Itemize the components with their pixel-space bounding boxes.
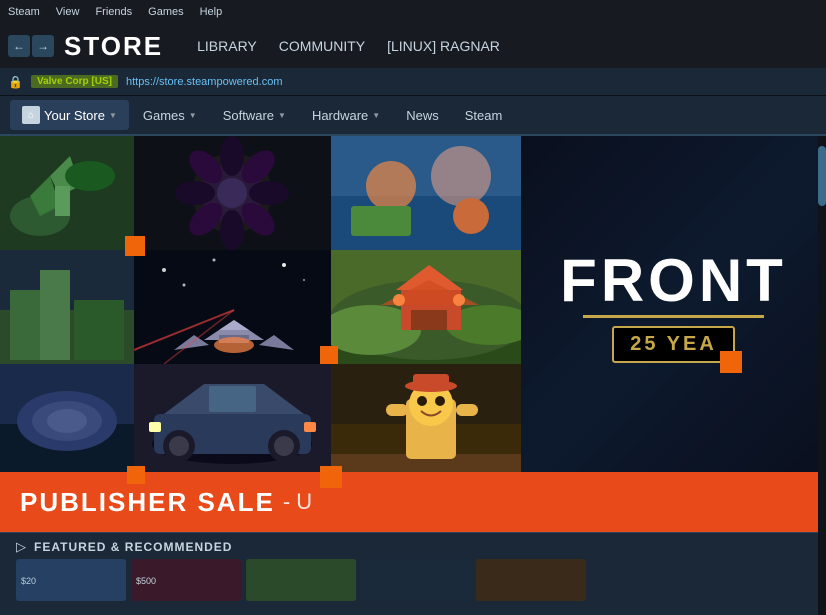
hardware-chevron: ▼ bbox=[372, 111, 380, 120]
tile-11[interactable] bbox=[0, 364, 134, 478]
featured-banner[interactable]: FRONT 25 YEA bbox=[521, 136, 826, 478]
url-text[interactable]: https://store.steampowered.com bbox=[126, 76, 283, 88]
menu-games[interactable]: Games bbox=[148, 6, 183, 18]
address-bar: 🔒 Valve Corp [US] https://store.steampow… bbox=[0, 68, 826, 96]
publisher-sale-banner[interactable]: PUBLISHER SALE - U bbox=[0, 472, 826, 532]
menu-view[interactable]: View bbox=[56, 6, 80, 18]
nav-your-store[interactable]: ⌂ Your Store ▼ bbox=[10, 100, 129, 130]
nav-news[interactable]: News bbox=[394, 102, 451, 129]
main-content: FRONT 25 YEA PUBLISHER SALE - U ▷ FEATUR… bbox=[0, 136, 826, 615]
years-text: 25 YEA bbox=[630, 333, 717, 355]
featured-icon: ▷ bbox=[16, 539, 26, 555]
steam-label: Steam bbox=[465, 108, 503, 123]
featured-card-4[interactable] bbox=[361, 559, 471, 601]
featured-title: FEATURED & RECOMMENDED bbox=[34, 540, 232, 554]
tile-2[interactable] bbox=[134, 136, 331, 250]
nav-links: LIBRARY COMMUNITY [LINUX] RAGNAR bbox=[187, 34, 510, 58]
svg-text:$500: $500 bbox=[136, 576, 156, 586]
tile-13[interactable] bbox=[331, 364, 528, 478]
orange-accent-1 bbox=[125, 236, 145, 256]
lock-icon: 🔒 bbox=[8, 75, 23, 89]
frontier-logo-area: FRONT 25 YEA bbox=[545, 236, 802, 378]
tile-7[interactable] bbox=[134, 250, 331, 364]
menu-steam[interactable]: Steam bbox=[8, 6, 40, 18]
menu-help[interactable]: Help bbox=[200, 6, 223, 18]
news-label: News bbox=[406, 108, 439, 123]
nav-arrows: ← → bbox=[8, 35, 54, 57]
publisher-sale-suffix: - U bbox=[283, 489, 312, 515]
tile-3[interactable] bbox=[331, 136, 528, 250]
menu-friends[interactable]: Friends bbox=[95, 6, 132, 18]
games-label: Games bbox=[143, 108, 185, 123]
games-chevron: ▼ bbox=[189, 111, 197, 120]
store-nav: ⌂ Your Store ▼ Games ▼ Software ▼ Hardwa… bbox=[0, 96, 826, 136]
featured-header: ▷ FEATURED & RECOMMENDED bbox=[0, 533, 826, 559]
nav-steam[interactable]: Steam bbox=[453, 102, 515, 129]
nav-software[interactable]: Software ▼ bbox=[211, 102, 298, 129]
frontier-logo-text: FRONT bbox=[560, 251, 787, 311]
forward-button[interactable]: → bbox=[32, 35, 54, 57]
software-label: Software bbox=[223, 108, 274, 123]
featured-card-1[interactable]: $20 bbox=[16, 559, 126, 601]
your-store-chevron: ▼ bbox=[109, 111, 117, 120]
nav-library[interactable]: LIBRARY bbox=[187, 34, 267, 58]
nav-user[interactable]: [LINUX] RAGNAR bbox=[377, 34, 510, 58]
featured-card-2[interactable]: $500 bbox=[131, 559, 241, 601]
store-home-icon: ⌂ bbox=[22, 106, 40, 124]
store-logo[interactable]: STORE bbox=[64, 31, 163, 62]
years-badge: 25 YEA bbox=[612, 326, 735, 363]
hardware-label: Hardware bbox=[312, 108, 368, 123]
tile-8[interactable] bbox=[331, 250, 528, 364]
store-badge: Valve Corp [US] bbox=[31, 75, 118, 88]
nav-games[interactable]: Games ▼ bbox=[131, 102, 209, 129]
featured-card-5[interactable] bbox=[476, 559, 586, 601]
featured-card-3[interactable] bbox=[246, 559, 356, 601]
tile-1[interactable] bbox=[0, 136, 134, 250]
nav-hardware[interactable]: Hardware ▼ bbox=[300, 102, 392, 129]
menu-bar: Steam View Friends Games Help bbox=[0, 0, 826, 24]
scrollbar[interactable] bbox=[818, 136, 826, 615]
scroll-thumb[interactable] bbox=[818, 146, 826, 206]
featured-section: ▷ FEATURED & RECOMMENDED $20 $500 bbox=[0, 532, 826, 615]
orange-accent-5 bbox=[320, 466, 342, 488]
tile-12[interactable] bbox=[134, 364, 331, 478]
nav-community[interactable]: COMMUNITY bbox=[269, 34, 375, 58]
orange-accent-2 bbox=[320, 346, 338, 364]
tile-6[interactable] bbox=[0, 250, 134, 364]
orange-accent-4 bbox=[127, 466, 145, 484]
your-store-label: Your Store bbox=[44, 108, 105, 123]
nav-bar: ← → STORE LIBRARY COMMUNITY [LINUX] RAGN… bbox=[0, 24, 826, 68]
back-button[interactable]: ← bbox=[8, 35, 30, 57]
software-chevron: ▼ bbox=[278, 111, 286, 120]
featured-cards: $20 $500 bbox=[0, 559, 826, 601]
orange-accent-3 bbox=[720, 351, 742, 373]
publisher-sale-text: PUBLISHER SALE bbox=[20, 487, 275, 518]
